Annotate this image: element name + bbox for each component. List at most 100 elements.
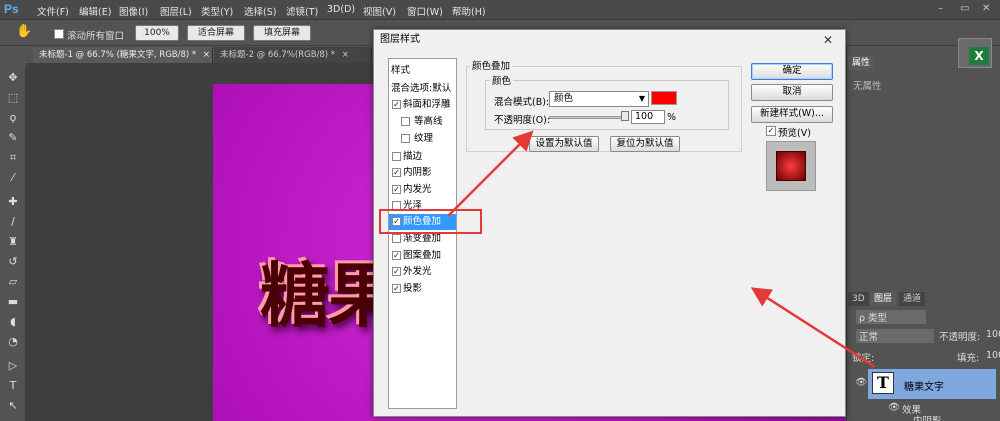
style-item-contour[interactable]: 等高线 <box>389 114 456 130</box>
checkbox[interactable] <box>392 152 401 161</box>
tab-close-icon[interactable]: × <box>203 50 210 60</box>
style-item-inner-shadow[interactable]: ✓ 内阴影 <box>389 165 456 181</box>
opacity-input[interactable]: 100 <box>631 110 665 124</box>
brush-tool-icon[interactable]: ∕ <box>4 214 22 230</box>
healing-tool-icon[interactable]: ✚ <box>4 194 22 210</box>
opacity-slider[interactable] <box>549 116 629 119</box>
preview-checkbox[interactable]: ✓ <box>766 126 776 136</box>
menu-help[interactable]: 帮助(H) <box>452 4 486 18</box>
fill-screen-button[interactable]: 填充屏幕 <box>253 25 311 41</box>
tab-label: 未标题-1 @ 66.7% (糖果文字, RGB/8) * <box>39 50 197 60</box>
layer-kind-filter[interactable]: ρ 类型 <box>856 310 926 324</box>
style-item-bevel-emboss[interactable]: ✓ 斜面和浮雕 <box>389 97 456 113</box>
highlight-box <box>379 209 482 234</box>
restore-icon[interactable]: ▭ <box>960 3 969 14</box>
inner-shadow-effect-label: 内阴影 <box>913 413 942 421</box>
checkbox[interactable]: ✓ <box>392 168 401 177</box>
ok-button[interactable]: 确定 <box>751 63 833 80</box>
ps-logo: Ps <box>4 2 19 16</box>
hand-tool-icon[interactable]: ✋ <box>16 24 32 39</box>
style-item-outer-glow[interactable]: ✓ 外发光 <box>389 264 456 280</box>
checkbox[interactable]: ✓ <box>392 284 401 293</box>
tab-channels[interactable]: 通道 <box>899 292 926 306</box>
opacity-slider-thumb[interactable] <box>621 111 629 121</box>
fill-label: 填充: <box>957 353 980 364</box>
menu-window[interactable]: 窗口(W) <box>407 4 443 18</box>
tab-document-2[interactable]: 未标题-2 @ 66.7%(RGB/8) * × <box>214 47 372 63</box>
menu-edit[interactable]: 编辑(E) <box>79 4 111 18</box>
close-icon[interactable]: ✕ <box>982 3 990 14</box>
checkbox[interactable]: ✓ <box>392 251 401 260</box>
set-default-button[interactable]: 设置为默认值 <box>529 136 599 152</box>
blend-mode-select[interactable]: 颜色 ▼ <box>549 91 649 107</box>
overlay-color-swatch[interactable] <box>651 91 677 105</box>
properties-tab[interactable]: 属性 <box>848 56 875 70</box>
color-overlay-title: 颜色叠加 <box>470 58 513 72</box>
blur-tool-icon[interactable]: ◖ <box>4 314 22 330</box>
tools-panel: ✥ ⬚ ϙ ✎ ⌗ ⁄ ✚ ∕ ♜ ↺ ▱ ▬ ◖ ◔ ▷ T ↖ <box>0 66 26 421</box>
menu-layer[interactable]: 图层(L) <box>160 4 192 18</box>
menu-3d[interactable]: 3D(D) <box>327 4 355 15</box>
dodge-tool-icon[interactable]: ◔ <box>4 334 22 350</box>
effects-eye-icon[interactable]: 👁 <box>888 402 900 413</box>
checkbox[interactable] <box>401 117 410 126</box>
blend-mode-label: 混合模式(B): <box>494 97 550 108</box>
lock-label: 锁定: <box>852 353 875 364</box>
scroll-all-checkbox[interactable] <box>54 29 64 39</box>
reset-default-button[interactable]: 复位为默认值 <box>610 136 680 152</box>
dialog-close-icon[interactable]: ✕ <box>820 33 836 47</box>
menu-view[interactable]: 视图(V) <box>363 4 396 18</box>
menu-image[interactable]: 图像(I) <box>119 4 148 18</box>
menu-file[interactable]: 文件(F) <box>37 4 69 18</box>
gradient-tool-icon[interactable]: ▬ <box>4 294 22 310</box>
style-item-inner-glow[interactable]: ✓ 内发光 <box>389 182 456 198</box>
scroll-all-label: 滚动所有窗口 <box>67 31 125 42</box>
new-style-button[interactable]: 新建样式(W)... <box>751 106 833 123</box>
tab-label: 未标题-2 @ 66.7%(RGB/8) * <box>220 50 336 60</box>
stamp-tool-icon[interactable]: ♜ <box>4 234 22 250</box>
quick-select-tool-icon[interactable]: ✎ <box>4 130 22 146</box>
style-item-stroke[interactable]: 描边 <box>389 149 456 165</box>
layer-blend-mode-select[interactable]: 正常 <box>856 329 934 343</box>
chevron-down-icon: ▼ <box>638 94 645 103</box>
menu-type[interactable]: 类型(Y) <box>201 4 233 18</box>
path-select-tool-icon[interactable]: ↖ <box>4 398 22 414</box>
tab-3d[interactable]: 3D <box>848 292 869 306</box>
lasso-tool-icon[interactable]: ϙ <box>4 110 22 126</box>
tab-document-1[interactable]: 未标题-1 @ 66.7% (糖果文字, RGB/8) * × <box>33 47 213 63</box>
blend-options-item[interactable]: 混合选项:默认 <box>391 80 451 94</box>
crop-tool-icon[interactable]: ⌗ <box>4 150 22 166</box>
history-brush-icon[interactable]: ↺ <box>4 254 22 270</box>
move-tool-icon[interactable]: ✥ <box>4 70 22 86</box>
tab-layers[interactable]: 图层 <box>870 292 897 306</box>
opacity-label: 不透明度(O): <box>494 115 551 126</box>
style-preview-thumbnail <box>766 141 816 191</box>
eyedropper-tool-icon[interactable]: ⁄ <box>4 170 22 186</box>
checkbox[interactable] <box>392 234 401 243</box>
pen-tool-icon[interactable]: ▷ <box>4 358 22 374</box>
fill-value[interactable]: 100 <box>986 350 1000 361</box>
checkbox[interactable]: ✓ <box>392 267 401 276</box>
zoom-100-button[interactable]: 100% <box>135 25 179 41</box>
3d-panel-icon[interactable]: X <box>958 38 992 68</box>
menu-select[interactable]: 选择(S) <box>244 4 276 18</box>
layer-opacity-value[interactable]: 100 <box>986 329 1000 340</box>
tab-close-icon[interactable]: × <box>342 50 349 60</box>
marquee-tool-icon[interactable]: ⬚ <box>4 90 22 106</box>
checkbox[interactable]: ✓ <box>392 185 401 194</box>
layer-name: 糖果文字 <box>904 382 944 393</box>
checkbox[interactable]: ✓ <box>392 100 401 109</box>
visibility-eye-icon[interactable]: 👁 <box>855 377 867 388</box>
layer-row-candy-text[interactable]: T 糖果文字 <box>868 369 996 399</box>
checkbox[interactable] <box>401 134 410 143</box>
styles-header[interactable]: 样式 <box>391 62 410 76</box>
style-item-pattern-overlay[interactable]: ✓ 图案叠加 <box>389 248 456 264</box>
eraser-tool-icon[interactable]: ▱ <box>4 274 22 290</box>
minimize-icon[interactable]: – <box>938 3 943 14</box>
type-tool-icon[interactable]: T <box>4 378 22 394</box>
style-item-drop-shadow[interactable]: ✓ 投影 <box>389 281 456 297</box>
style-item-texture[interactable]: 纹理 <box>389 131 456 147</box>
cancel-button[interactable]: 取消 <box>751 84 833 101</box>
fit-screen-button[interactable]: 适合屏幕 <box>187 25 245 41</box>
menu-filter[interactable]: 滤镜(T) <box>286 4 318 18</box>
